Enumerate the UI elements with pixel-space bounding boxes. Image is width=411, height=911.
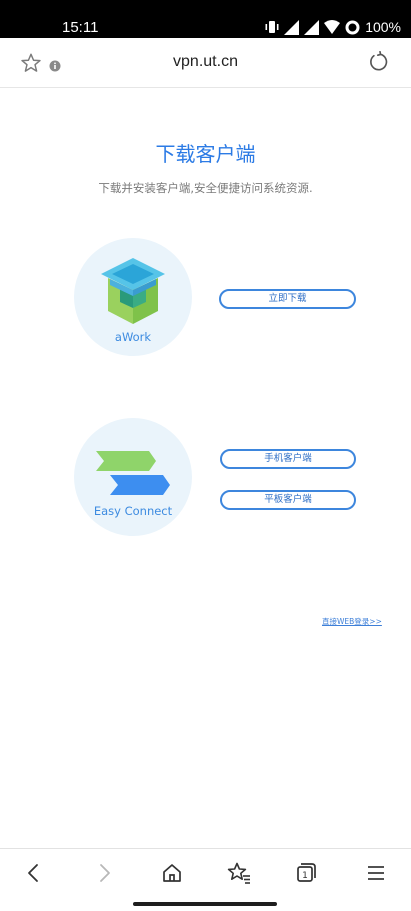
bottom-nav: 1 (0, 848, 411, 895)
vpn-icon (345, 20, 360, 34)
easyconnect-card: Easy Connect (74, 418, 192, 536)
download-now-button[interactable]: 立即下载 (219, 289, 356, 309)
tabs-icon[interactable]: 1 (293, 860, 319, 886)
easyconnect-name: Easy Connect (93, 504, 173, 518)
home-icon[interactable] (159, 860, 185, 886)
gesture-bar[interactable] (133, 902, 277, 906)
tablet-client-button[interactable]: 平板客户端 (220, 490, 356, 510)
web-login-link[interactable]: 直接WEB登录>> (322, 616, 382, 627)
signal-icon-2 (304, 19, 320, 35)
signal-icon (284, 19, 300, 35)
page-content: 下载客户端 下载并安装客户端,安全便捷访问系统资源. aWork 立即下载 Ea… (0, 88, 411, 848)
easyconnect-logo-icon (96, 451, 170, 495)
svg-text:1: 1 (302, 871, 308, 881)
status-bar: 15:11 100% (0, 0, 411, 38)
forward-icon[interactable] (91, 860, 117, 886)
battery-level: 100% (365, 19, 401, 35)
phone-client-button[interactable]: 手机客户端 (220, 449, 356, 469)
awork-card: aWork (74, 238, 192, 356)
page-title: 下载客户端 (155, 142, 256, 166)
status-time: 15:11 (62, 19, 99, 36)
vibrate-icon (265, 21, 279, 33)
wifi-icon (324, 20, 341, 34)
url-bar: vpn.ut.cn (0, 38, 411, 88)
bookmarks-icon[interactable] (226, 860, 252, 886)
page-subtitle: 下载并安装客户端,安全便捷访问系统资源. (98, 181, 313, 195)
reload-icon[interactable] (367, 50, 389, 77)
menu-icon[interactable] (363, 860, 389, 886)
gesture-area (0, 895, 411, 911)
back-icon[interactable] (21, 860, 47, 886)
awork-name: aWork (114, 330, 152, 344)
status-icons: 100% (265, 18, 401, 36)
url-text[interactable]: vpn.ut.cn (0, 53, 411, 71)
